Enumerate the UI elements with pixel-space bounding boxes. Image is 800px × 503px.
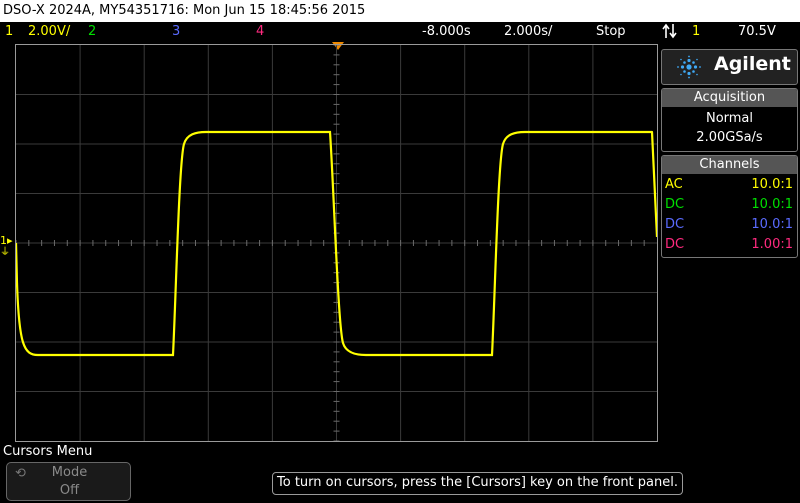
acquisition-panel: Acquisition Normal 2.00GSa/s (661, 88, 798, 152)
run-state[interactable]: Stop (596, 22, 626, 42)
channel-probe: 1.00:1 (751, 237, 793, 252)
ground-symbol-icon: ⏚ (0, 247, 10, 258)
ch4-number[interactable]: 4 (256, 22, 264, 42)
ch2-number[interactable]: 2 (88, 22, 96, 42)
time-offset[interactable]: -8.000s (422, 22, 471, 42)
channel-coupling: DC (665, 217, 685, 232)
right-panel: Agilent Acquisition Normal 2.00GSa/s Cha… (661, 49, 798, 258)
brand-box: Agilent (661, 49, 798, 85)
softkey-label: Mode (51, 465, 88, 480)
waveform-display[interactable] (15, 44, 658, 442)
hint-message: To turn on cursors, press the [Cursors] … (272, 472, 683, 495)
channel-coupling: DC (665, 197, 685, 212)
channel-probe: 10.0:1 (751, 217, 793, 232)
channels-header: Channels (662, 156, 797, 174)
softkey-value: Off (59, 483, 80, 498)
ch1-scale[interactable]: 2.00V/ (28, 22, 70, 42)
channel-probe: 10.0:1 (751, 177, 793, 192)
channel-probe: 10.0:1 (751, 197, 793, 212)
acquisition-header: Acquisition (662, 89, 797, 107)
time-scale[interactable]: 2.000s/ (504, 22, 552, 42)
acquisition-mode: Normal (705, 111, 754, 126)
ground-marker-label: 1 (0, 234, 7, 247)
channel-row-2: DC 10.0:1 (662, 195, 797, 215)
ch3-number[interactable]: 3 (172, 22, 180, 42)
menu-title: Cursors Menu (3, 444, 93, 459)
title-bar: DSO-X 2024A, MY54351716: Mon Jun 15 18:4… (0, 0, 800, 22)
brand-logo: Agilent (714, 53, 791, 75)
channel-row-3: DC 10.0:1 (662, 215, 797, 235)
ch1-number[interactable]: 1 (5, 22, 13, 42)
trigger-level[interactable]: 70.5V (738, 22, 776, 42)
mode-softkey[interactable]: ⟲ Mode Off (6, 462, 131, 501)
channel-row-1: AC 10.0:1 (662, 175, 797, 195)
status-bar: 1 2.00V/ 2 3 4 -8.000s 2.000s/ Stop 1 70… (0, 22, 800, 42)
channel-coupling: AC (665, 177, 683, 192)
trigger-source[interactable]: 1 (692, 22, 700, 42)
ground-arrow-icon: ▸ (7, 234, 13, 247)
channel-coupling: DC (665, 237, 685, 252)
channels-panel: Channels AC 10.0:1 DC 10.0:1 DC 10.0:1 D… (661, 155, 798, 258)
channel-row-4: DC 1.00:1 (662, 235, 797, 255)
trigger-edge-icon (662, 22, 678, 47)
ch1-ground-marker[interactable]: 1▸ ⏚ (0, 234, 13, 262)
spark-logo-icon (677, 55, 701, 79)
graticule (16, 45, 657, 441)
sample-rate: 2.00GSa/s (696, 130, 763, 145)
